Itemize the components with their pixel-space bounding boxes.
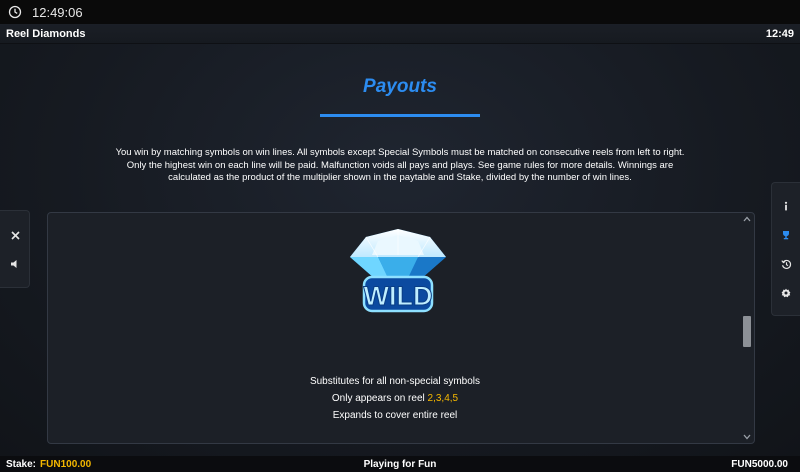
- left-control-panel: [0, 210, 30, 288]
- rules-line: You win by matching symbols on win lines…: [115, 147, 685, 158]
- scroll-down-icon[interactable]: [743, 434, 751, 440]
- info-icon: [784, 201, 788, 211]
- game-status-bar: Stake: FUN100.00 Playing for Fun FUN5000…: [0, 456, 800, 472]
- title-underline: [320, 114, 480, 117]
- payout-rules-text: You win by matching symbols on win lines…: [90, 147, 710, 185]
- paytable-panel[interactable]: WILD Substitutes for all non-special sym…: [47, 212, 755, 444]
- game-name: Reel Diamonds: [6, 27, 86, 40]
- clock-icon: [8, 5, 22, 19]
- wild-diamond-icon: WILD: [350, 229, 446, 313]
- close-button[interactable]: [5, 225, 25, 245]
- settings-icon: [781, 288, 791, 298]
- system-status-bar: 12:49:06: [0, 0, 800, 24]
- right-control-panel: [771, 182, 800, 316]
- balance-value: FUN5000.00: [731, 458, 788, 470]
- system-time: 12:49:06: [32, 4, 83, 20]
- close-icon: [10, 230, 20, 240]
- trophy-icon: [783, 231, 789, 240]
- wild-label: WILD: [364, 281, 433, 311]
- sound-button[interactable]: [5, 254, 25, 274]
- rules-line: Only the highest win on each line will b…: [126, 159, 674, 171]
- speaker-icon: [11, 260, 17, 268]
- reels-value: 2,3,4,5: [427, 393, 459, 404]
- stake-value: FUN100.00: [40, 458, 92, 470]
- page-title: Payouts: [363, 76, 437, 97]
- game-title-bar: Reel Diamonds 12:49: [0, 24, 800, 44]
- info-button[interactable]: [776, 196, 796, 216]
- play-mode: Playing for Fun: [363, 458, 437, 470]
- wild-desc-substitutes: Substitutes for all non-special symbols: [309, 376, 481, 387]
- scroll-up-icon[interactable]: [743, 216, 751, 222]
- rules-line: calculated as the product of the multipl…: [168, 172, 632, 183]
- payouts-page: Payouts You win by matching symbols on w…: [0, 44, 800, 456]
- scrollbar-thumb[interactable]: [743, 316, 751, 347]
- history-button[interactable]: [776, 254, 796, 274]
- game-clock: 12:49: [765, 27, 794, 40]
- stake-label: Stake:: [6, 458, 37, 470]
- wild-desc-reels: Only appears on reel 2,3,4,5: [48, 390, 742, 407]
- paytable-button[interactable]: [776, 225, 796, 245]
- history-icon: [780, 259, 791, 269]
- settings-button[interactable]: [776, 283, 796, 303]
- scrollbar[interactable]: [741, 213, 753, 443]
- wild-description: Substitutes for all non-special symbols …: [48, 373, 742, 424]
- reels-prefix: Only appears on reel: [331, 393, 428, 404]
- wild-desc-expands: Expands to cover entire reel: [332, 410, 458, 421]
